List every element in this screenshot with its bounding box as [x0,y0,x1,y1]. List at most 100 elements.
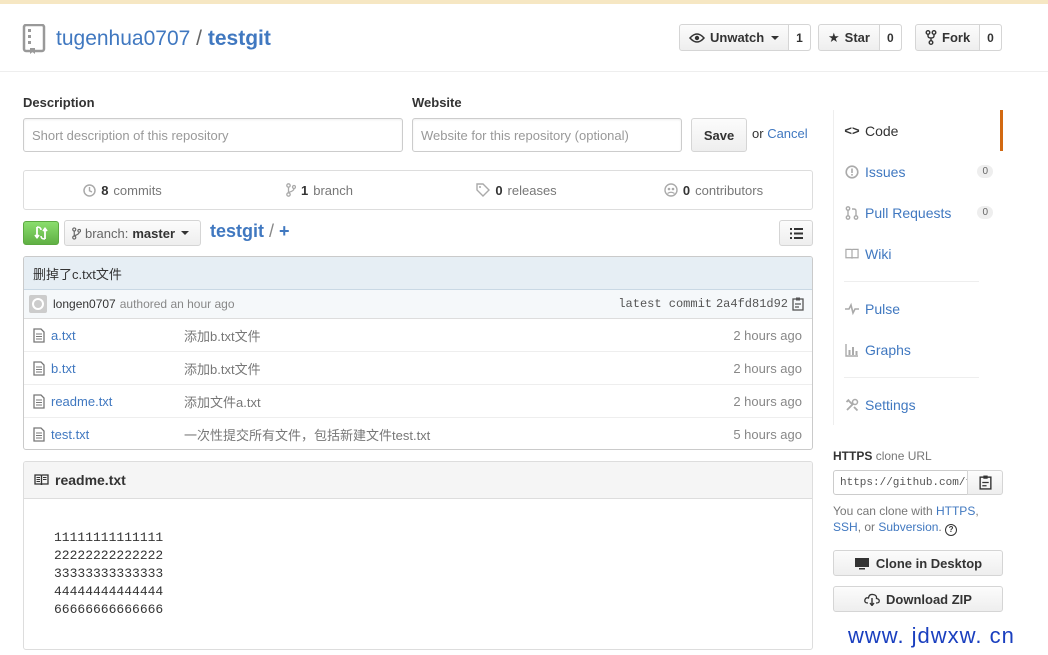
fork-button-group: Fork 0 [915,24,1002,51]
sidebar-item-label: Pulse [865,300,901,317]
sidebar-item-graphs[interactable]: Graphs [833,329,1003,370]
commits-link[interactable]: 8 commits [24,171,221,209]
save-button[interactable]: Save [691,118,747,152]
file-commit-message[interactable]: 添加文件a.txt [184,392,261,411]
issues-count-badge: 0 [977,165,993,178]
readme-content: 11111111111111 22222222222222 3333333333… [24,499,812,619]
clone-protocol: HTTPS [833,449,873,463]
subversion-clone-link[interactable]: Subversion [878,520,938,534]
sidebar-item-wiki[interactable]: Wiki [833,233,1003,274]
file-text-icon [33,328,45,343]
branches-link[interactable]: 1 branch [221,171,418,209]
book-icon [34,474,49,486]
branch-count: 1 [301,182,309,198]
book-icon [845,248,859,259]
question-icon[interactable]: ? [945,524,958,536]
commits-count: 8 [101,182,109,198]
repo-nav-sidebar: <> Code Issues 0 Pull Requests 0 Wiki Pu… [833,110,1003,425]
file-name-link[interactable]: test.txt [51,427,89,442]
readme-line: 22222222222222 [54,548,164,563]
readme-line: 33333333333333 [54,566,164,581]
file-commit-message[interactable]: 添加b.txt文件 [184,326,261,345]
file-commit-message[interactable]: 添加b.txt文件 [184,359,261,378]
repo-icon [22,24,46,54]
description-input[interactable]: Short description of this repository [23,118,403,152]
repo-title: tugenhua0707 / testgit [56,27,271,51]
sidebar-item-issues[interactable]: Issues 0 [833,151,1003,192]
file-name-link[interactable]: a.txt [51,328,76,343]
clone-help-or: , or [857,520,876,534]
branch-label: branch [313,182,353,198]
latest-commit-message[interactable]: 删掉了c.txt文件 [24,257,812,290]
fork-button[interactable]: Fork [916,25,981,50]
file-age: 2 hours ago [733,360,802,376]
branch-name: master [132,225,176,241]
sidebar-divider [833,274,1003,288]
download-zip-button[interactable]: Download ZIP [833,586,1003,612]
readme-line: 11111111111111 [54,530,164,545]
graph-icon [845,343,858,357]
desktop-icon [854,557,869,569]
sidebar-item-label: Pull Requests [865,204,952,221]
file-name-link[interactable]: b.txt [51,361,76,376]
site-watermark: www. jdwxw. cn [848,623,1015,648]
chevron-down-icon [181,231,190,235]
latest-commit-label: latest commit [618,297,712,311]
sidebar-item-pull-requests[interactable]: Pull Requests 0 [833,192,1003,233]
file-name-link[interactable]: readme.txt [51,394,112,409]
commits-label: commits [113,182,162,198]
clone-label-suffix: clone URL [875,449,932,463]
readme-line: 44444444444444 [54,584,164,599]
breadcrumb-repo-link[interactable]: testgit [210,221,264,241]
repo-name-link[interactable]: testgit [208,27,271,50]
ssh-clone-link[interactable]: SSH [833,520,858,534]
sidebar-item-pulse[interactable]: Pulse [833,288,1003,329]
clone-url-input[interactable]: https://github.com/tugenhua0707/testgit.… [833,470,968,495]
clipboard-icon[interactable] [792,297,804,311]
sidebar-item-settings[interactable]: Settings [833,384,1003,425]
website-label: Website [412,95,462,110]
file-text-icon [33,427,45,442]
file-row: readme.txt 添加文件a.txt 2 hours ago [24,385,812,418]
branch-select-button[interactable]: branch: master [64,220,201,246]
watchers-count[interactable]: 1 [789,25,810,50]
file-text-icon [33,361,45,376]
pull-request-icon [845,205,859,220]
repo-summary: 8 commits 1 branch 0 releases 0 contribu… [23,170,813,210]
pulse-icon [845,302,859,315]
star-button[interactable]: ★ Star [819,25,880,50]
file-age: 2 hours ago [733,327,802,343]
clone-help-text: You can clone with HTTPS, SSH, or Subver… [833,504,979,536]
cancel-link[interactable]: Cancel [767,126,807,141]
list-view-button[interactable] [779,220,813,246]
readme-header: readme.txt [24,462,812,499]
stargazers-count[interactable]: 0 [879,25,901,50]
contributors-link[interactable]: 0 contributors [615,171,812,209]
organization-icon [664,183,678,197]
releases-link[interactable]: 0 releases [418,171,615,209]
avatar[interactable] [29,295,47,313]
download-zip-label: Download ZIP [886,591,972,607]
code-icon: <> [844,123,860,138]
sidebar-item-code[interactable]: <> Code [833,110,1003,151]
file-commit-message[interactable]: 一次性提交所有文件，包括新建文件test.txt [184,425,430,444]
unwatch-button[interactable]: Unwatch [680,25,790,50]
https-clone-link[interactable]: HTTPS [936,504,975,518]
commit-author-link[interactable]: longen0707 [53,297,116,311]
star-label: Star [844,30,870,45]
clone-in-desktop-button[interactable]: Clone in Desktop [833,550,1003,576]
repo-owner-link[interactable]: tugenhua0707 [56,27,190,50]
new-file-button[interactable]: + [279,221,290,241]
website-input[interactable]: Website for this repository (optional) [412,118,682,152]
latest-commit: latest commit 2a4fd81d92 [618,297,804,311]
commit-sha-link[interactable]: 2a4fd81d92 [716,297,788,311]
compare-button[interactable] [23,221,59,245]
file-row: a.txt 添加b.txt文件 2 hours ago [24,319,812,352]
file-age: 2 hours ago [733,393,802,409]
forks-count[interactable]: 0 [980,25,1001,50]
compare-icon [34,226,48,240]
readme-line: 66666666666666 [54,602,164,617]
sidebar-item-label: Code [865,122,899,139]
history-icon [83,183,96,197]
copy-clone-url-button[interactable] [967,470,1003,495]
